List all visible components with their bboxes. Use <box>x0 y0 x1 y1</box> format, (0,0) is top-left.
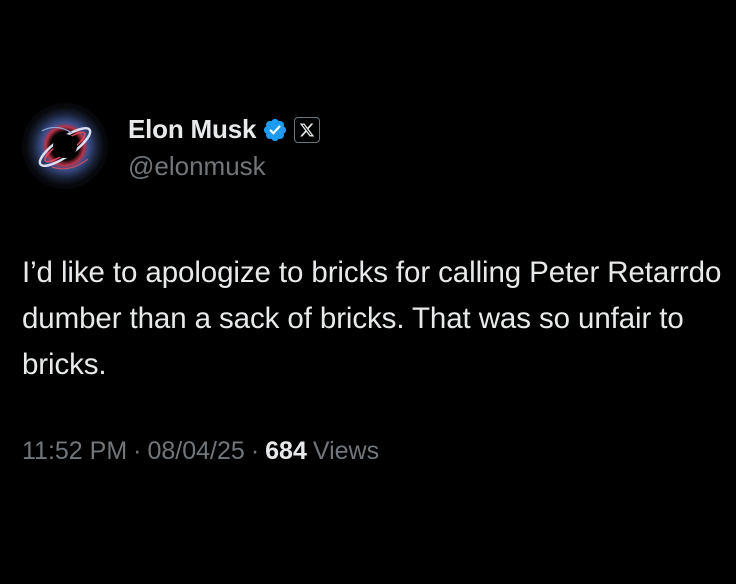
author-handle[interactable]: @elonmusk <box>128 151 320 182</box>
views-label: Views <box>312 437 380 465</box>
tweet-metadata: 11:52 PM · 08/04/25 · 684 Views <box>22 437 379 466</box>
name-row: Elon Musk <box>128 111 321 149</box>
tweet-date[interactable]: 08/04/25 <box>147 437 244 465</box>
black-hole-avatar-icon <box>22 103 108 189</box>
x-logo-icon[interactable] <box>294 116 321 143</box>
tweet-card: Elon Musk @elonmusk I’d like to apologiz… <box>0 0 736 584</box>
tweet-time[interactable]: 11:52 PM <box>22 437 127 465</box>
avatar[interactable] <box>22 103 108 189</box>
views-count: 684 <box>265 437 307 465</box>
tweet-text: I’d like to apologize to bricks for call… <box>22 256 722 381</box>
tweet-header: Elon Musk @elonmusk <box>22 103 321 189</box>
verified-badge-icon <box>264 118 287 141</box>
meta-separator: · <box>250 437 260 465</box>
meta-separator: · <box>133 437 142 465</box>
author-display-name[interactable]: Elon Musk <box>128 114 256 145</box>
author-identity: Elon Musk @elonmusk <box>128 111 321 182</box>
x-logo-glyph-icon <box>300 123 315 136</box>
